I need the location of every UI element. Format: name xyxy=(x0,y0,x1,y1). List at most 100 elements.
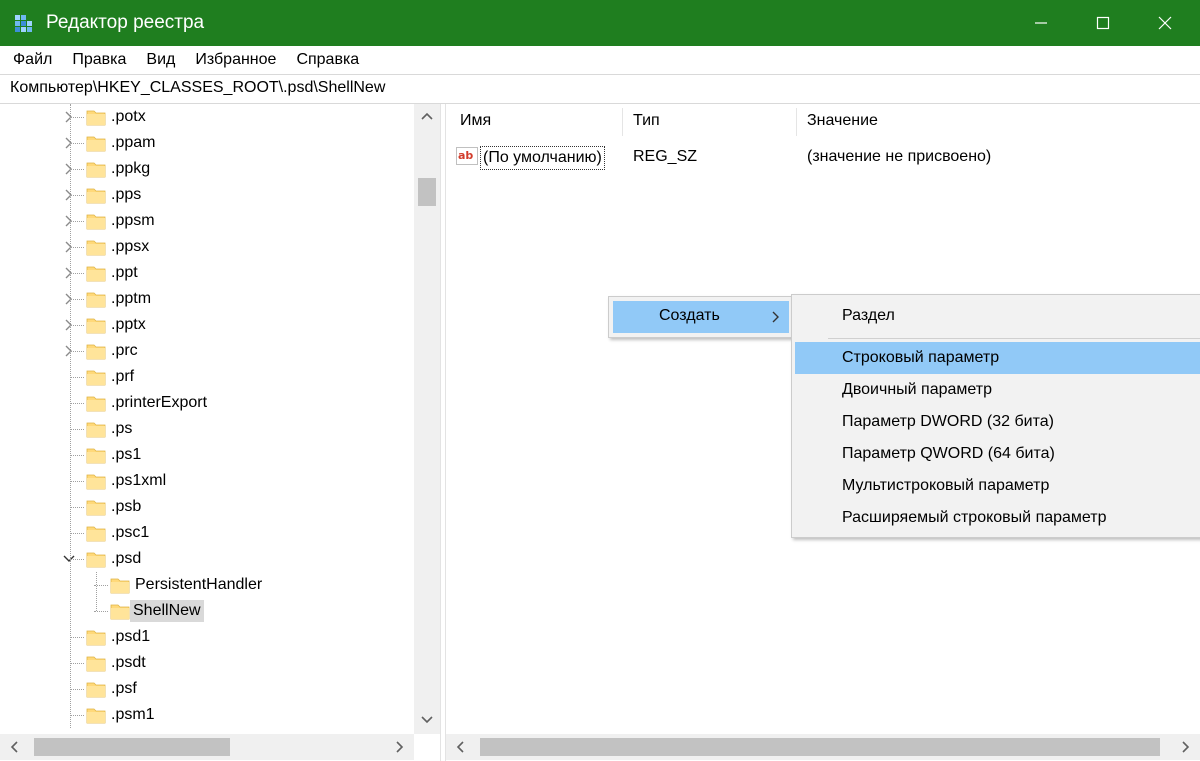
submenu-item-label: Строковый параметр xyxy=(842,349,1000,366)
tree-item[interactable]: .pptx xyxy=(0,312,414,338)
menu-item-create[interactable]: Создать xyxy=(613,301,789,333)
tree-item[interactable]: .prc xyxy=(0,338,414,364)
minimize-button[interactable] xyxy=(1010,0,1072,46)
tree-item-label: .potx xyxy=(111,108,146,125)
submenu-item-dword-value[interactable]: Параметр DWORD (32 бита) xyxy=(795,406,1200,438)
tree-hscroll-thumb[interactable] xyxy=(34,738,230,756)
key-tree-pane[interactable]: .potx .ppam .ppkg .pps .ppsm .ppsx .ppt .pptm .p… xyxy=(0,104,440,761)
folder-icon xyxy=(86,318,106,334)
tree-item[interactable]: .psd1 xyxy=(0,624,414,650)
values-hscroll-thumb[interactable] xyxy=(480,738,1160,756)
tree-item[interactable]: .psm1 xyxy=(0,702,414,728)
menu-favorites[interactable]: Избранное xyxy=(185,46,286,74)
folder-icon xyxy=(86,448,106,464)
context-menu: Создать xyxy=(608,296,794,338)
menu-edit[interactable]: Правка xyxy=(62,46,136,74)
menu-bar: Файл Правка Вид Избранное Справка xyxy=(0,46,1200,74)
folder-icon xyxy=(110,578,130,594)
tree-guide-line xyxy=(70,559,84,560)
scroll-right-icon[interactable] xyxy=(396,741,404,753)
tree-guide-line xyxy=(70,143,84,144)
menu-file[interactable]: Файл xyxy=(0,46,62,74)
tree-item[interactable]: .ps1 xyxy=(0,442,414,468)
close-button[interactable] xyxy=(1134,0,1196,46)
value-row[interactable]: ab (По умолчанию) REG_SZ (значение не пр… xyxy=(446,144,1200,170)
tree-item-label: .psm1 xyxy=(111,706,155,723)
tree-item[interactable]: .potx xyxy=(0,104,414,130)
folder-icon xyxy=(86,344,106,360)
scroll-left-icon[interactable] xyxy=(456,741,464,753)
scroll-right-icon[interactable] xyxy=(1182,741,1190,753)
tree-item[interactable]: .psd xyxy=(0,546,414,572)
tree-item[interactable]: .ps1xml xyxy=(0,468,414,494)
tree-item[interactable]: PersistentHandler xyxy=(0,572,414,598)
maximize-icon xyxy=(1096,16,1110,30)
menu-view[interactable]: Вид xyxy=(136,46,185,74)
tree-item-label: .pptx xyxy=(111,316,146,333)
submenu-item-multistring-value[interactable]: Мультистроковый параметр xyxy=(795,470,1200,502)
menu-help[interactable]: Справка xyxy=(286,46,369,74)
folder-icon xyxy=(86,474,106,490)
tree-item[interactable]: .psb xyxy=(0,494,414,520)
submenu-item-key[interactable]: Раздел xyxy=(795,300,1200,332)
tree-guide-line xyxy=(94,611,108,612)
column-header-name[interactable]: Имя xyxy=(460,112,491,130)
tree-item[interactable]: .ppam xyxy=(0,130,414,156)
tree-item-label: .ppkg xyxy=(111,160,151,177)
scroll-up-icon[interactable] xyxy=(421,112,433,120)
value-data: (значение не присвоено) xyxy=(807,148,992,165)
tree-item-label: .ppt xyxy=(111,264,138,281)
column-separator[interactable] xyxy=(796,108,797,136)
submenu-item-binary-value[interactable]: Двоичный параметр xyxy=(795,374,1200,406)
submenu-item-qword-value[interactable]: Параметр QWORD (64 бита) xyxy=(795,438,1200,470)
tree-guide-line xyxy=(70,169,84,170)
folder-icon xyxy=(86,708,106,724)
column-separator[interactable] xyxy=(622,108,623,136)
tree-item[interactable]: .ppt xyxy=(0,260,414,286)
scroll-left-icon[interactable] xyxy=(10,741,18,753)
folder-icon xyxy=(86,526,106,542)
tree-item[interactable]: .ps xyxy=(0,416,414,442)
tree-horizontal-scrollbar[interactable] xyxy=(0,734,414,760)
value-name[interactable]: (По умолчанию) xyxy=(480,146,605,170)
maximize-button[interactable] xyxy=(1072,0,1134,46)
tree-item-label: .pps xyxy=(111,186,142,203)
folder-icon xyxy=(86,656,106,672)
tree-item[interactable]: .ppsx xyxy=(0,234,414,260)
address-path[interactable]: Компьютер\HKEY_CLASSES_ROOT\.psd\ShellNe… xyxy=(10,79,385,97)
tree-item[interactable]: .psdt xyxy=(0,650,414,676)
tree-item-label: .psb xyxy=(111,498,142,515)
chevron-right-icon xyxy=(772,311,779,323)
tree-item[interactable]: .pps xyxy=(0,182,414,208)
tree-scroll-thumb[interactable] xyxy=(418,178,436,206)
submenu-item-string-value[interactable]: Строковый параметр xyxy=(795,342,1200,374)
menu-item-create-label: Создать xyxy=(659,307,720,324)
tree-item[interactable]: ShellNew xyxy=(0,598,414,624)
folder-icon xyxy=(86,682,106,698)
tree-vertical-scrollbar[interactable] xyxy=(414,104,440,734)
tree-item[interactable]: .pptm xyxy=(0,286,414,312)
scroll-down-icon[interactable] xyxy=(421,716,433,724)
column-header-value[interactable]: Значение xyxy=(807,112,878,130)
title-bar[interactable]: Редактор реестра xyxy=(0,0,1200,46)
tree-item[interactable]: .ppsm xyxy=(0,208,414,234)
values-horizontal-scrollbar[interactable] xyxy=(446,734,1200,760)
svg-text:ab: ab xyxy=(458,149,473,162)
folder-icon xyxy=(86,214,106,230)
close-icon xyxy=(1158,16,1172,30)
tree-item[interactable]: .ppkg xyxy=(0,156,414,182)
tree-item[interactable]: .psc1 xyxy=(0,520,414,546)
folder-icon xyxy=(86,370,106,386)
column-header-type[interactable]: Тип xyxy=(633,112,660,130)
tree-item[interactable]: .printerExport xyxy=(0,390,414,416)
submenu-item-expandable-string-value[interactable]: Расширяемый строковый параметр xyxy=(795,502,1200,534)
tree-item[interactable]: .prf xyxy=(0,364,414,390)
tree-guide-line xyxy=(70,221,84,222)
tree-guide-line xyxy=(70,299,84,300)
submenu-item-label: Расширяемый строковый параметр xyxy=(842,509,1107,526)
tree-guide-line xyxy=(70,715,84,716)
tree-item[interactable]: .psf xyxy=(0,676,414,702)
address-bar[interactable]: Компьютер\HKEY_CLASSES_ROOT\.psd\ShellNe… xyxy=(0,74,1200,104)
submenu-item-label: Мультистроковый параметр xyxy=(842,477,1050,494)
tree-guide-line xyxy=(70,377,84,378)
